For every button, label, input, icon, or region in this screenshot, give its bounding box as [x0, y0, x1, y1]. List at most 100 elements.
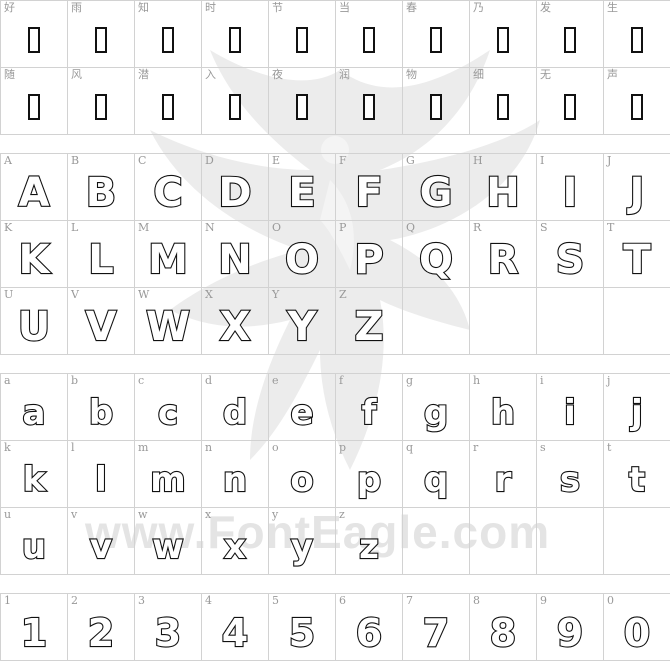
missing-glyph-icon — [28, 94, 40, 120]
missing-glyph-box — [1, 83, 67, 130]
char-label: W — [138, 289, 149, 301]
char-label: 好 — [4, 2, 15, 14]
char-label: K — [4, 222, 12, 234]
glyph-cell: qq — [403, 441, 470, 508]
char-label: 物 — [406, 69, 417, 81]
glyph-cell: RR — [470, 221, 537, 288]
missing-glyph-icon — [430, 94, 442, 120]
glyph-sample: l — [68, 456, 134, 503]
glyph-cell: 声 — [604, 68, 670, 135]
lowercase-block: aabbccddeeffgghhiijjkkllmmnnooppqqrrsstt… — [0, 373, 670, 575]
glyph-sample: H — [470, 169, 536, 216]
glyph-cell: NN — [202, 221, 269, 288]
glyph-cell — [403, 288, 470, 355]
missing-glyph-icon — [162, 27, 174, 53]
glyph-cell: QQ — [403, 221, 470, 288]
glyph-cell: rr — [470, 441, 537, 508]
char-label: 时 — [205, 2, 216, 14]
glyph-sample: g — [403, 389, 469, 436]
glyph-sample: q — [403, 456, 469, 503]
char-label: r — [473, 442, 478, 454]
glyph-cell: yy — [269, 508, 336, 575]
glyph-sample: W — [135, 303, 201, 350]
char-label: e — [272, 375, 279, 387]
hanzi-rows: 好雨知时节当春乃发生随风潜入夜润物细无声 — [1, 1, 670, 135]
char-label: 7 — [406, 595, 413, 607]
glyph-sample: s — [537, 456, 603, 503]
glyph-cell: 44 — [202, 594, 269, 661]
uppercase-grid: AABBCCDDEEFFGGHHIIJJKKLLMMNNOOPPQQRRSSTT… — [0, 153, 670, 355]
missing-glyph-box — [336, 83, 402, 130]
glyph-cell: II — [537, 154, 604, 221]
glyph-cell — [470, 288, 537, 355]
hanzi-grid: 好雨知时节当春乃发生随风潜入夜润物细无声 — [0, 0, 670, 135]
glyph-sample: A — [1, 169, 67, 216]
glyph-cell: 好 — [1, 1, 68, 68]
glyph-sample: B — [68, 169, 134, 216]
missing-glyph-box — [336, 16, 402, 63]
glyph-sample: o — [269, 456, 335, 503]
glyph-sample: i — [537, 389, 603, 436]
glyph-cell: 春 — [403, 1, 470, 68]
char-label: Q — [406, 222, 415, 234]
char-label: 雨 — [71, 2, 82, 14]
missing-glyph-box — [269, 16, 335, 63]
glyph-cell: kk — [1, 441, 68, 508]
char-label: 入 — [205, 69, 216, 81]
glyph-cell: tt — [604, 441, 670, 508]
char-label: d — [205, 375, 212, 387]
glyph-cell: 生 — [604, 1, 670, 68]
glyph-cell: EE — [269, 154, 336, 221]
char-label: 细 — [473, 69, 484, 81]
glyph-cell: 99 — [537, 594, 604, 661]
glyph-cell — [537, 508, 604, 575]
char-label: 8 — [473, 595, 480, 607]
char-label: L — [71, 222, 78, 234]
glyph-cell: 风 — [68, 68, 135, 135]
glyph-sample: m — [135, 456, 201, 503]
char-label: J — [607, 155, 611, 167]
char-label: U — [4, 289, 13, 301]
missing-glyph-box — [202, 83, 268, 130]
glyph-sample: a — [1, 389, 67, 436]
glyph-cell: YY — [269, 288, 336, 355]
missing-glyph-icon — [28, 27, 40, 53]
glyph-cell: aa — [1, 374, 68, 441]
char-label: 声 — [607, 69, 618, 81]
char-label: w — [138, 509, 147, 521]
glyph-sample: t — [604, 456, 670, 503]
missing-glyph-box — [604, 16, 670, 63]
glyph-row: 11223344556677889900 — [1, 594, 670, 661]
glyph-cell — [604, 288, 670, 355]
glyph-sample: y — [269, 523, 335, 570]
glyph-cell: 11 — [1, 594, 68, 661]
char-label: 知 — [138, 2, 149, 14]
missing-glyph-icon — [430, 27, 442, 53]
char-label: m — [138, 442, 148, 454]
char-label: 风 — [71, 69, 82, 81]
missing-glyph-icon — [631, 94, 643, 120]
glyph-cell: ff — [336, 374, 403, 441]
glyph-sample: j — [604, 389, 670, 436]
missing-glyph-box — [135, 83, 201, 130]
char-label: 9 — [540, 595, 547, 607]
glyph-cell: dd — [202, 374, 269, 441]
char-label: 夜 — [272, 69, 283, 81]
glyph-cell: 随 — [1, 68, 68, 135]
glyph-cell — [403, 508, 470, 575]
glyph-sample: O — [269, 236, 335, 283]
char-label: p — [339, 442, 346, 454]
glyph-cell: 22 — [68, 594, 135, 661]
glyph-sample: P — [336, 236, 402, 283]
glyph-sample: d — [202, 389, 268, 436]
char-label: y — [272, 509, 278, 521]
char-label: S — [540, 222, 548, 234]
glyph-cell: 55 — [269, 594, 336, 661]
glyph-cell: GG — [403, 154, 470, 221]
glyph-cell: 润 — [336, 68, 403, 135]
char-label: P — [339, 222, 346, 234]
glyph-cell: ll — [68, 441, 135, 508]
glyph-sample: r — [470, 456, 536, 503]
char-label: 3 — [138, 595, 145, 607]
glyph-sample: L — [68, 236, 134, 283]
